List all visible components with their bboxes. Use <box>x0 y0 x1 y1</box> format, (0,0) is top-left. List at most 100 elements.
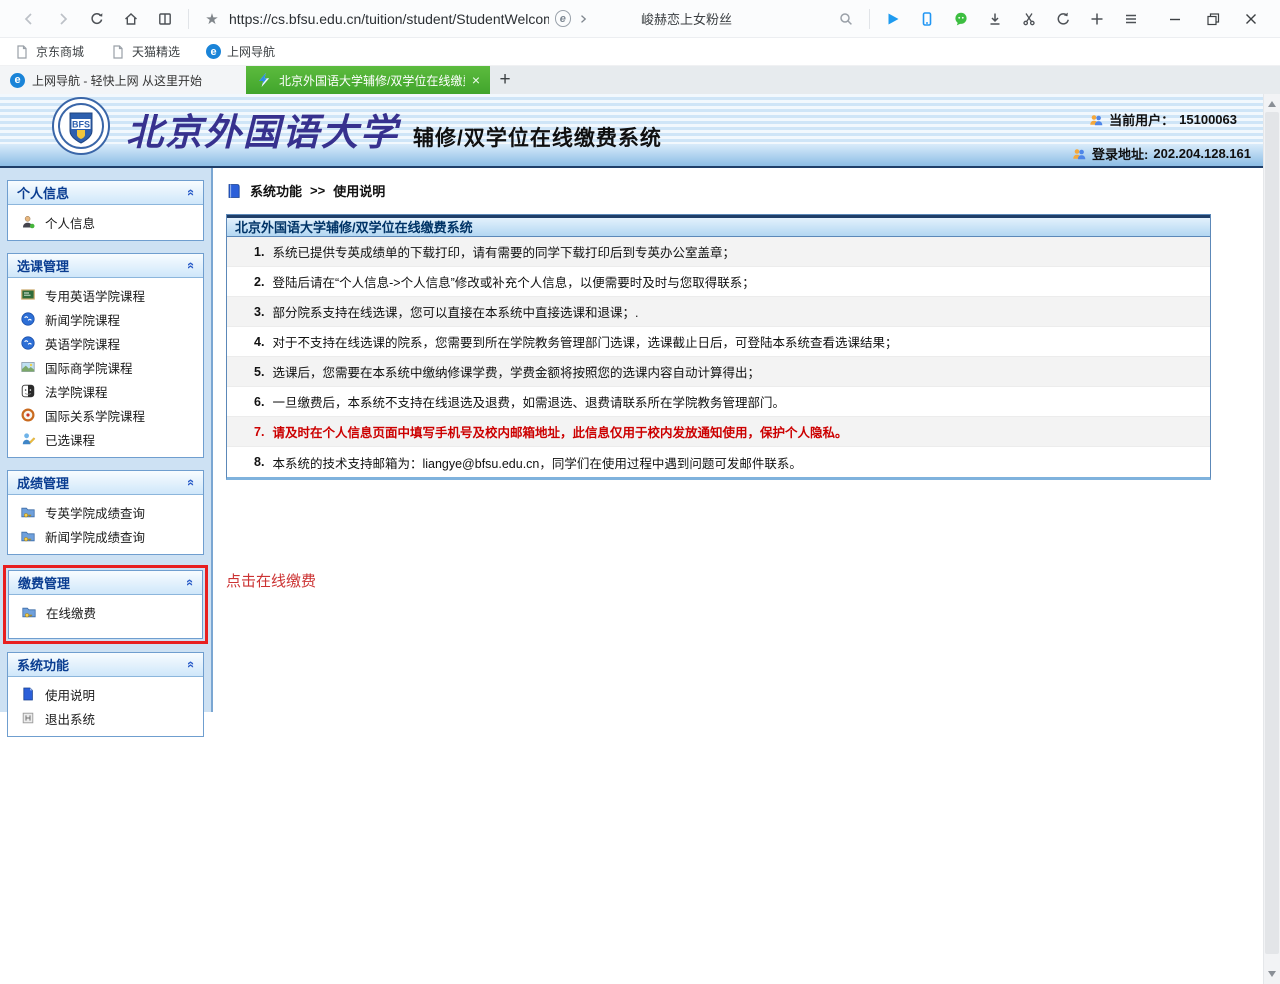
breadcrumb-section[interactable]: 系统功能 <box>250 181 302 200</box>
video-play-icon <box>885 11 901 27</box>
close-button[interactable] <box>1232 4 1270 34</box>
bookmark-tmall[interactable]: 天猫精选 <box>110 43 180 60</box>
sidebar-item-law-school-courses[interactable]: 法学院课程 <box>8 379 203 403</box>
sidebar-item-logout[interactable]: 退出系统 <box>8 706 203 730</box>
collapse-chevron-icon[interactable] <box>183 579 198 586</box>
address-bar[interactable]: https://cs.bfsu.edu.cn/tuition/student/S… <box>195 4 595 34</box>
favorite-button[interactable] <box>195 4 229 34</box>
item-text: 选课后，您需要在本系统中缴纳修课学费，学费金额将按照您的选课内容自动计算得出； <box>272 362 760 381</box>
search-keyword[interactable]: 峻赫恋上女粉丝 <box>641 9 732 28</box>
sidebar-item-personal-info[interactable]: 个人信息 <box>8 210 203 234</box>
sidebar-item-international-relations-courses[interactable]: 国际关系学院课程 <box>8 403 203 427</box>
mobile-sync-button[interactable] <box>910 4 944 34</box>
vertical-scrollbar[interactable] <box>1263 94 1280 984</box>
new-button[interactable] <box>1080 4 1114 34</box>
folder-key-icon <box>20 504 36 520</box>
refresh-button[interactable] <box>80 4 114 34</box>
item-text: 本系统的技术支持邮箱为：liangye@bfsu.edu.cn，同学们在使用过程… <box>272 453 801 472</box>
tab-title: 北京外国语大学辅修/双学位在线缴费系统 <box>279 72 465 89</box>
sidebar-item-english-program-courses[interactable]: 专用英语学院课程 <box>8 283 203 307</box>
users-icon <box>1088 112 1104 128</box>
collapse-chevron-icon[interactable] <box>184 262 199 269</box>
panel-header-payment[interactable]: 缴费管理 <box>9 571 202 595</box>
forward-button[interactable] <box>46 4 80 34</box>
sidebar-item-online-payment[interactable]: 在线缴费 <box>9 600 202 624</box>
site-header: BFS 北京外国语大学 辅修/双学位在线缴费系统 当前用户： 15100063 … <box>0 94 1263 168</box>
chalkboard-icon <box>20 287 36 303</box>
sidebar-item-english-program-grades[interactable]: 专英学院成绩查询 <box>8 500 203 524</box>
search-box[interactable]: 峻赫恋上女粉丝 <box>641 4 863 34</box>
close-icon <box>1244 12 1258 26</box>
downloads-button[interactable] <box>978 4 1012 34</box>
collapse-chevron-icon[interactable] <box>184 189 199 196</box>
url-text[interactable]: https://cs.bfsu.edu.cn/tuition/student/S… <box>229 11 549 27</box>
bookmarks-bar: 京东商城 天猫精选 上网导航 <box>0 38 1280 66</box>
sidebar-item-label: 国际商学院课程 <box>45 358 133 377</box>
tab-bfsu-payment-active[interactable]: 北京外国语大学辅修/双学位在线缴费系统 <box>246 66 490 94</box>
panel-header-grades[interactable]: 成绩管理 <box>8 471 203 495</box>
sidebar-panel-payment: 缴费管理 在线缴费 <box>8 570 203 639</box>
search-button[interactable] <box>829 4 863 34</box>
person-icon <box>20 214 36 230</box>
panel-header-course-selection[interactable]: 选课管理 <box>8 254 203 278</box>
sidebar: 个人信息 个人信息 选课管理 <box>0 168 213 712</box>
picture-icon <box>20 359 36 375</box>
reading-mode-button[interactable] <box>148 4 182 34</box>
breadcrumb: 系统功能 >> 使用说明 <box>226 181 1263 200</box>
collapse-chevron-icon[interactable] <box>184 479 199 486</box>
compat-mode-icon[interactable]: e <box>555 10 571 27</box>
home-icon <box>123 11 139 27</box>
scroll-down-arrow-icon[interactable] <box>1268 971 1276 977</box>
sidebar-item-english-school-courses[interactable]: 英语学院课程 <box>8 331 203 355</box>
sidebar-item-label: 新闻学院课程 <box>45 310 120 329</box>
book-icon <box>157 11 173 27</box>
main-content: 系统功能 >> 使用说明 北京外国语大学辅修/双学位在线缴费系统 1. 系统已提… <box>213 168 1263 591</box>
panel-header-personal-info[interactable]: 个人信息 <box>8 181 203 205</box>
tab-close-icon[interactable] <box>472 72 480 88</box>
bookmark-label: 京东商城 <box>36 43 84 60</box>
bookmark-nav[interactable]: 上网导航 <box>206 43 275 60</box>
minimize-icon <box>1168 12 1182 26</box>
scrollbar-thumb[interactable] <box>1265 112 1279 954</box>
collapse-chevron-icon[interactable] <box>184 661 199 668</box>
person-writing-icon <box>20 431 36 447</box>
instruction-item-7-highlighted: 7. 请及时在个人信息页面中填写手机号及校内邮箱地址，此信息仅用于校内发放通知使… <box>227 417 1210 447</box>
home-button[interactable] <box>114 4 148 34</box>
scroll-up-arrow-icon[interactable] <box>1268 101 1276 107</box>
instruction-item-6: 6. 一旦缴费后，本系统不支持在线退选及退费，如需退选、退费请联系所在学院教务管… <box>227 387 1210 417</box>
document-icon <box>226 183 242 199</box>
chat-ball-icon <box>20 335 36 351</box>
wechat-button[interactable] <box>944 4 978 34</box>
sidebar-item-user-guide[interactable]: 使用说明 <box>8 682 203 706</box>
tab-navigation-page[interactable]: 上网导航 - 轻快上网 从这里开始 <box>0 66 246 94</box>
sidebar-item-selected-courses[interactable]: 已选课程 <box>8 427 203 451</box>
sidebar-item-label: 英语学院课程 <box>45 334 120 353</box>
target-icon <box>20 407 36 423</box>
refresh-icon <box>89 11 105 27</box>
sidebar-item-label: 国际关系学院课程 <box>45 406 145 425</box>
video-button[interactable] <box>876 4 910 34</box>
sidebar-item-journalism-grades[interactable]: 新闻学院成绩查询 <box>8 524 203 548</box>
window-controls <box>1156 4 1270 34</box>
sidebar-item-journalism-courses[interactable]: 新闻学院课程 <box>8 307 203 331</box>
folder-key-icon <box>21 604 37 620</box>
instruction-list: 1. 系统已提供专英成绩单的下载打印，请有需要的同学下载打印后到专英办公室盖章；… <box>227 237 1210 477</box>
new-tab-button[interactable] <box>490 66 520 94</box>
forward-icon <box>55 11 71 27</box>
download-icon <box>987 11 1003 27</box>
instruction-item-4: 4. 对于不支持在线选课的院系，您需要到所在学院教务管理部门选课，选课截止日后，… <box>227 327 1210 357</box>
menu-button[interactable] <box>1114 4 1148 34</box>
url-expand-button[interactable] <box>571 4 595 34</box>
sidebar-item-business-school-courses[interactable]: 国际商学院课程 <box>8 355 203 379</box>
panel-header-system[interactable]: 系统功能 <box>8 653 203 677</box>
bookmark-label: 天猫精选 <box>132 43 180 60</box>
screenshot-button[interactable] <box>1012 4 1046 34</box>
undo-button[interactable] <box>1046 4 1080 34</box>
back-button[interactable] <box>12 4 46 34</box>
bookmark-jd[interactable]: 京东商城 <box>14 43 84 60</box>
minimize-button[interactable] <box>1156 4 1194 34</box>
back-icon <box>21 11 37 27</box>
wechat-icon <box>953 11 969 27</box>
login-address-row: 登录地址: 202.204.128.161 <box>1071 144 1251 163</box>
restore-button[interactable] <box>1194 4 1232 34</box>
